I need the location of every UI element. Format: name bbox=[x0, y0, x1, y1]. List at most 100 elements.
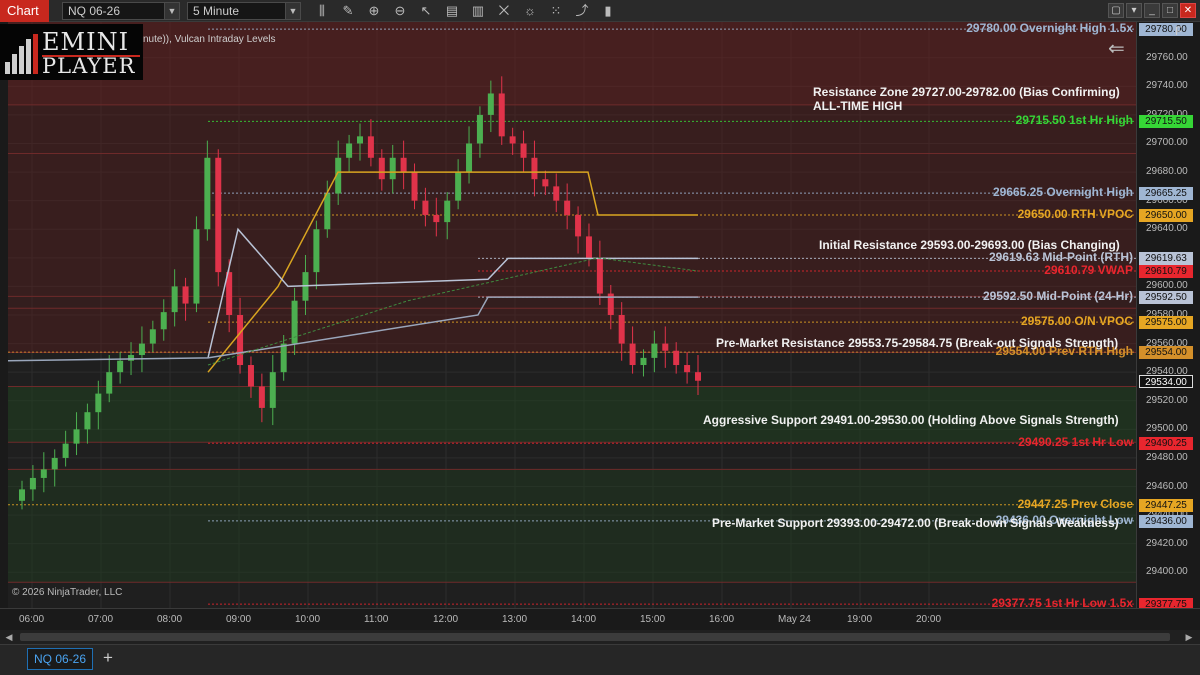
candle-body bbox=[62, 443, 69, 458]
tab-bar: NQ 06-26 + bbox=[0, 644, 1200, 675]
candle-body bbox=[400, 157, 407, 173]
zone-label-line: Initial Resistance 29593.00-29693.00 (Bi… bbox=[819, 238, 1120, 252]
time-axis-tick: 08:00 bbox=[157, 614, 183, 625]
candle-body bbox=[596, 257, 603, 294]
price-axis-tick: 29460.00 bbox=[1146, 480, 1188, 492]
bar-chart-logo-icon bbox=[5, 34, 38, 74]
instrument-selector[interactable]: NQ 06-26 ▼ bbox=[62, 2, 180, 20]
scroll-right-icon[interactable]: ▶ bbox=[1183, 631, 1195, 643]
add-tab-button[interactable]: + bbox=[98, 648, 118, 670]
pointer-icon[interactable]: ↖ bbox=[418, 3, 434, 19]
time-axis-tick: May 24 bbox=[778, 614, 811, 625]
price-tag: 29650.00 bbox=[1139, 208, 1193, 222]
candle-body bbox=[531, 157, 538, 180]
price-axis-tick: 29420.00 bbox=[1146, 537, 1188, 549]
candle-body bbox=[29, 477, 36, 490]
candle-body bbox=[182, 286, 189, 304]
tab-nq-06-26[interactable]: NQ 06-26 bbox=[27, 648, 93, 670]
price-tag: 29575.00 bbox=[1139, 316, 1193, 330]
price-tag: 29610.79 bbox=[1139, 264, 1193, 278]
chart-window-tab[interactable]: Chart bbox=[0, 0, 49, 22]
candle-body bbox=[422, 200, 429, 215]
chevron-down-icon[interactable]: ▼ bbox=[285, 3, 300, 19]
level-label: 29592.50 Mid-Point (24-Hr) bbox=[982, 289, 1133, 304]
zone-band bbox=[8, 153, 1136, 297]
candle-body bbox=[117, 360, 124, 373]
chart-toolbar: Chart NQ 06-26 ▼ 5 Minute ▼ ⫼ ✎ ⊕ ⊖ ↖ ▤ … bbox=[0, 0, 1200, 22]
lock-icon[interactable]: ▢ bbox=[1108, 3, 1124, 18]
price-axis-tick: 29700.00 bbox=[1146, 137, 1188, 149]
candle-body bbox=[389, 157, 396, 180]
candle-body bbox=[585, 236, 592, 258]
candle-body bbox=[106, 372, 113, 394]
level-label: 29490.25 1st Hr Low bbox=[1018, 435, 1133, 450]
candle-body bbox=[269, 372, 276, 408]
horizontal-scrollbar[interactable]: ◀ ▶ bbox=[0, 630, 1200, 644]
left-margin bbox=[0, 22, 8, 608]
price-tag: 29619.63 bbox=[1139, 252, 1193, 266]
interval-value: 5 Minute bbox=[193, 4, 240, 18]
level-label: 29650.00 RTH VPOC bbox=[1017, 206, 1133, 221]
candle-body bbox=[280, 343, 287, 373]
candle-body bbox=[476, 114, 483, 144]
price-axis-tick: 29640.00 bbox=[1146, 223, 1188, 235]
candle-body bbox=[193, 229, 200, 304]
candle-body bbox=[695, 372, 701, 381]
zone-label-line: Resistance Zone 29727.00-29782.00 (Bias … bbox=[813, 85, 1120, 99]
strategies-icon[interactable]: ☼ bbox=[522, 3, 538, 19]
zoom-in-icon[interactable]: ⊕ bbox=[366, 3, 382, 19]
price-axis-tick: 29500.00 bbox=[1146, 423, 1188, 435]
data-box-icon[interactable]: ▤ bbox=[444, 3, 460, 19]
candle-body bbox=[73, 429, 80, 444]
candle-body bbox=[684, 365, 691, 373]
minimize-icon[interactable]: _ bbox=[1144, 3, 1160, 18]
candle-body bbox=[411, 172, 418, 201]
price-axis-tick: 29760.00 bbox=[1146, 51, 1188, 63]
time-axis-tick: 07:00 bbox=[88, 614, 114, 625]
current-price-tag: 29534.00 bbox=[1139, 374, 1193, 388]
interval-selector[interactable]: 5 Minute ▼ bbox=[187, 2, 301, 20]
candle-body bbox=[237, 315, 244, 366]
drawing-tool-icon[interactable]: ✎ bbox=[340, 3, 356, 19]
chart-trader-icon[interactable]: ▮ bbox=[600, 3, 616, 19]
price-tag: 29490.25 bbox=[1139, 437, 1193, 451]
level-label: 29780.00 Overnight High 1.5x bbox=[966, 21, 1133, 36]
zone-label: Pre-Market Resistance 29553.75-29584.75 … bbox=[716, 336, 1118, 350]
time-axis-tick: 14:00 bbox=[571, 614, 597, 625]
price-axis-tick: 29600.00 bbox=[1146, 280, 1188, 292]
candle-body bbox=[378, 157, 385, 180]
time-axis-tick: 09:00 bbox=[226, 614, 252, 625]
share-icon[interactable]: ⤴ bbox=[574, 3, 590, 19]
candle-body bbox=[433, 214, 440, 223]
time-axis-tick: 06:00 bbox=[19, 614, 45, 625]
scroll-left-icon[interactable]: ◀ bbox=[3, 631, 15, 643]
candle-body bbox=[313, 229, 320, 273]
candle-body bbox=[487, 93, 494, 115]
candle-body bbox=[520, 143, 527, 158]
price-tag: 29780.00 bbox=[1139, 23, 1193, 37]
window-menu-icon[interactable]: ▾ bbox=[1126, 3, 1142, 18]
price-tag: 29665.25 bbox=[1139, 187, 1193, 201]
candle-body bbox=[357, 136, 363, 144]
emini-player-logo: EMINI PLAYER bbox=[0, 24, 143, 80]
zone-label: Resistance Zone 29727.00-29782.00 (Bias … bbox=[813, 85, 1120, 113]
price-tag: 29554.00 bbox=[1139, 346, 1193, 360]
bar-type-icon[interactable]: ⫼ bbox=[314, 3, 330, 19]
close-icon[interactable]: ✕ bbox=[1180, 3, 1196, 18]
candle-body bbox=[324, 193, 331, 230]
panel-toggle-button[interactable]: F bbox=[1175, 24, 1182, 38]
templates-icon[interactable]: ⁙ bbox=[548, 3, 564, 19]
scrollbar-thumb[interactable] bbox=[20, 633, 1170, 641]
candle-body bbox=[247, 365, 254, 387]
candle-body bbox=[367, 136, 374, 158]
candle-body bbox=[160, 312, 167, 330]
maximize-icon[interactable]: □ bbox=[1162, 3, 1178, 18]
indicators-icon[interactable]: ⨉ bbox=[496, 3, 512, 19]
chevron-down-icon[interactable]: ▼ bbox=[164, 3, 179, 19]
back-arrow-icon[interactable]: ⇐ bbox=[1108, 36, 1125, 61]
candle-body bbox=[575, 214, 582, 237]
time-axis-tick: 19:00 bbox=[847, 614, 873, 625]
zoom-out-icon[interactable]: ⊖ bbox=[392, 3, 408, 19]
candle-body bbox=[51, 457, 58, 470]
properties-icon[interactable]: ▥ bbox=[470, 3, 486, 19]
